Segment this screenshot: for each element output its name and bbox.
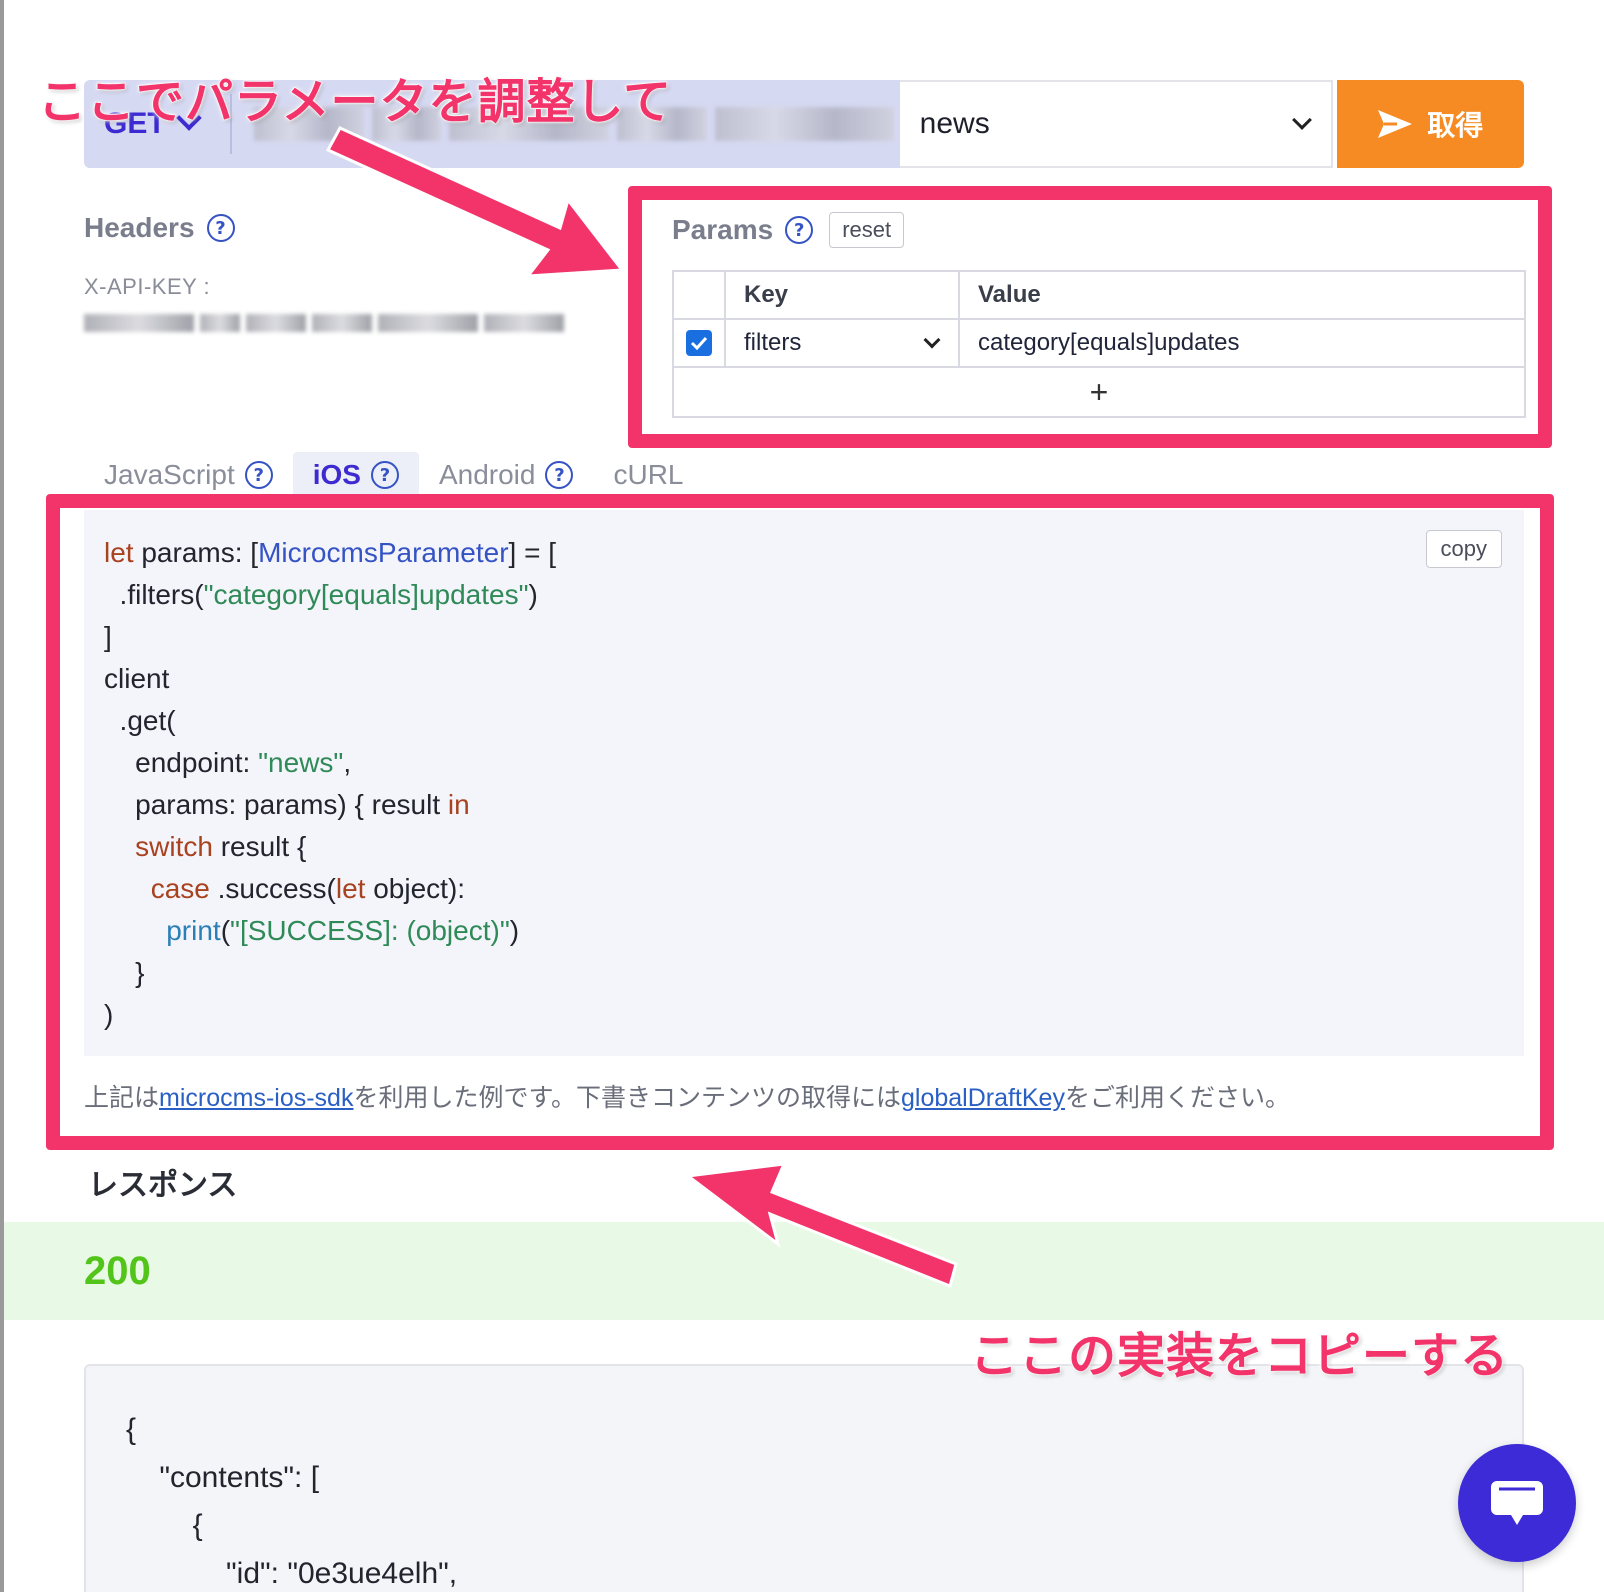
annotation-adjust-params: ここでパラメータを調整して [37, 73, 673, 131]
help-icon[interactable]: ? [206, 214, 235, 242]
help-icon[interactable]: ? [785, 216, 814, 244]
params-section: Params ? reset Key Value filters categor… [672, 212, 1526, 418]
table-row: filters category[equals]updates [674, 320, 1524, 368]
tab-label: iOS [312, 459, 361, 490]
send-button[interactable]: 取得 [1336, 80, 1524, 168]
send-button-label: 取得 [1427, 110, 1484, 141]
api-key-value-redacted [84, 314, 594, 334]
chevron-down-icon [1291, 110, 1312, 130]
response-line: { [126, 1413, 137, 1446]
language-tabs: JavaScript ? iOS ? Android ? cURL [84, 452, 703, 498]
add-param-button[interactable]: + [674, 368, 1524, 416]
chevron-down-icon [923, 331, 941, 349]
tab-label: JavaScript [104, 459, 235, 490]
column-header-key: Key [726, 272, 960, 318]
help-icon[interactable]: ? [545, 461, 574, 489]
checkbox-checked-icon[interactable] [686, 330, 712, 356]
headers-title-text: Headers [84, 212, 195, 243]
tab-label: cURL [613, 459, 684, 490]
code-highlight-frame [46, 494, 1554, 1150]
params-table: Key Value filters category[equals]update… [672, 270, 1526, 418]
chat-icon [1491, 1481, 1543, 1525]
api-key-label: X-API-KEY : [84, 274, 211, 299]
headers-section: Headers ? X-API-KEY : [84, 212, 594, 334]
endpoint-select[interactable]: news [899, 80, 1333, 168]
params-table-header: Key Value [674, 272, 1524, 320]
annotation-copy-code: ここの実装をコピーする [969, 1327, 1510, 1385]
send-icon [1378, 110, 1413, 138]
response-line: "id": "0e3ue4elh", [126, 1557, 458, 1590]
status-code: 200 [84, 1248, 151, 1293]
response-line: "contents": [ [126, 1461, 320, 1494]
response-line: { [126, 1509, 203, 1542]
tab-curl[interactable]: cURL [593, 452, 703, 498]
reset-button[interactable]: reset [829, 212, 905, 248]
params-title-text: Params [672, 214, 774, 245]
tab-javascript[interactable]: JavaScript ? [84, 452, 293, 498]
window-edge [0, 0, 4, 1592]
help-icon[interactable]: ? [244, 461, 273, 489]
endpoint-select-value: news [919, 107, 990, 140]
headers-title: Headers ? [84, 212, 594, 244]
tab-android[interactable]: Android ? [419, 452, 594, 498]
tab-label: Android [438, 459, 536, 490]
response-body: { "contents": [ { "id": "0e3ue4elh", [84, 1364, 1524, 1592]
params-title: Params [672, 214, 773, 246]
param-value-input[interactable]: category[equals]updates [960, 320, 1524, 366]
param-key-value: filters [744, 329, 802, 356]
column-header-value: Value [978, 281, 1041, 308]
tab-ios[interactable]: iOS ? [292, 452, 419, 498]
param-key-select[interactable]: filters [726, 320, 960, 366]
response-title: レスポンス [88, 1169, 238, 1202]
chat-button[interactable] [1458, 1444, 1576, 1562]
help-icon[interactable]: ? [370, 461, 399, 489]
status-bar: 200 [4, 1222, 1604, 1320]
